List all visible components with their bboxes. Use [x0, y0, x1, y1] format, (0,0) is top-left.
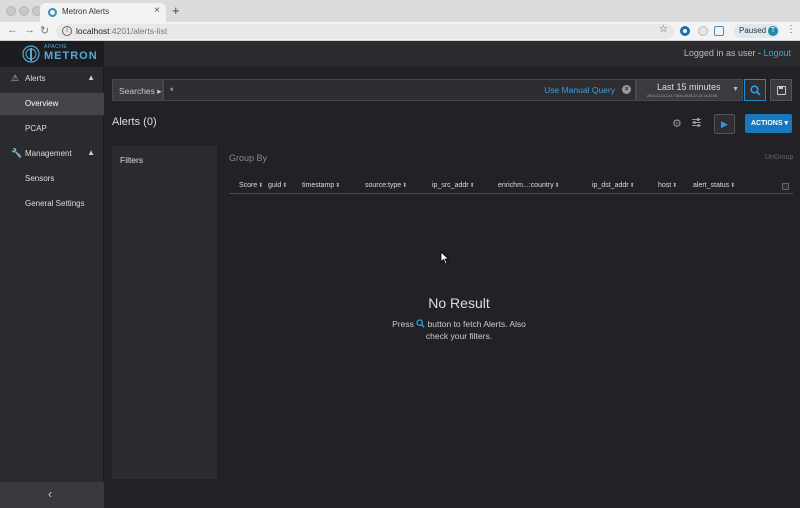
profile-button[interactable]: Paused T: [734, 24, 780, 38]
tab-close-icon[interactable]: ×: [154, 5, 160, 16]
sidebar-section-label: Alerts: [25, 74, 46, 83]
sort-icon: ⬍: [672, 183, 678, 189]
bookmark-star-icon[interactable]: ☆: [659, 24, 668, 35]
window-close-button[interactable]: [6, 6, 16, 16]
time-range-values: 2019-12-13 14:17:08 to 2019-12-13 14:32:…: [647, 94, 717, 98]
warning-icon: ⚠: [11, 73, 20, 83]
search-input[interactable]: * Use Manual Query ×: [163, 79, 636, 101]
column-header-country[interactable]: enrichm...:country⬍: [498, 182, 560, 189]
sidebar-item-label: Sensors: [25, 174, 55, 183]
chevron-up-icon: ▲: [87, 73, 95, 82]
empty-state-title: No Result: [428, 295, 490, 311]
sidebar: ⚠ Alerts ▲ Overview PCAP 🔧 Management ▲ …: [0, 67, 104, 508]
wrench-icon: 🔧: [11, 148, 23, 158]
sliders-icon[interactable]: [691, 117, 702, 128]
search-button[interactable]: [744, 79, 766, 101]
sidebar-section-management[interactable]: 🔧 Management ▲: [0, 142, 104, 166]
sort-icon: ⬍: [554, 183, 560, 189]
column-header-guid[interactable]: guid⬍: [268, 182, 287, 189]
empty-state-message: Press button to fetch Alerts. Also check…: [392, 319, 526, 341]
column-header-host[interactable]: host⬍: [658, 182, 677, 189]
chevron-left-icon: ‹: [48, 487, 52, 501]
searches-label: Searches ▸: [119, 86, 162, 96]
sidebar-item-label: Overview: [25, 99, 59, 108]
logo: APACHE METRON: [0, 41, 104, 67]
sort-icon: ⬍: [629, 183, 635, 189]
logo-big-text: METRON: [44, 50, 98, 62]
reload-button[interactable]: ↻: [40, 24, 49, 37]
sort-icon: ⬍: [730, 183, 736, 189]
time-range-dropdown[interactable]: Last 15 minutes 2019-12-13 14:17:08 to 2…: [636, 79, 743, 101]
shield-icon[interactable]: [714, 26, 724, 36]
metron-favicon-icon: [48, 8, 57, 17]
group-by-label: Group By: [229, 153, 268, 163]
column-header-source-type[interactable]: source:type⬍: [365, 182, 407, 189]
sidebar-item-pcap[interactable]: PCAP: [0, 118, 104, 140]
sort-icon: ⬍: [282, 183, 288, 189]
back-button[interactable]: ←: [7, 24, 18, 36]
column-header-timestamp[interactable]: timestamp⬍: [302, 182, 340, 189]
metron-logo-icon: [22, 45, 40, 63]
chevron-down-icon: ▼: [732, 86, 739, 93]
url-input[interactable]: i localhost:4201/alerts-list ☆: [56, 24, 674, 39]
new-tab-button[interactable]: +: [172, 3, 180, 18]
saved-searches-button[interactable]: Searches ▸: [112, 79, 163, 101]
logout-link[interactable]: Logout: [763, 48, 791, 58]
sidebar-section-alerts[interactable]: ⚠ Alerts ▲: [0, 67, 104, 91]
app-header: APACHE METRON Logged in as user - Logout: [0, 41, 800, 67]
chevron-up-icon: ▲: [87, 148, 95, 157]
search-icon: [750, 85, 761, 96]
caret-right-icon: ▸: [157, 86, 162, 96]
page-title: Alerts (0): [112, 116, 157, 128]
clear-search-icon[interactable]: ×: [622, 85, 631, 94]
column-header-score[interactable]: Score⬍: [239, 182, 263, 189]
sort-icon: ⬍: [335, 183, 341, 189]
profile-status: Paused: [739, 26, 767, 35]
time-range-label: Last 15 minutes: [657, 82, 721, 92]
sidebar-section-label: Management: [25, 149, 72, 158]
filters-title: Filters: [120, 155, 144, 165]
extension-icon[interactable]: [698, 26, 708, 36]
browser-tab-bar: Metron Alerts × +: [0, 0, 800, 22]
sort-icon: ⬍: [469, 183, 475, 189]
column-header-alert-status[interactable]: alert_status⬍: [693, 182, 735, 189]
browser-menu-icon[interactable]: ⋮: [786, 24, 796, 35]
sidebar-item-general-settings[interactable]: General Settings: [0, 193, 104, 215]
manual-query-link[interactable]: Use Manual Query: [544, 85, 615, 95]
login-status: Logged in as user - Logout: [683, 48, 791, 58]
sidebar-collapse-button[interactable]: ‹: [0, 482, 104, 508]
play-icon: ▶: [721, 119, 728, 129]
forward-button[interactable]: →: [24, 24, 35, 36]
mouse-cursor-icon: [440, 251, 450, 265]
info-icon[interactable]: i: [62, 26, 72, 36]
column-header-ip-src-addr[interactable]: ip_src_addr⬍: [432, 182, 475, 189]
actions-button[interactable]: ACTIONS ▾: [745, 114, 792, 133]
browser-tab[interactable]: Metron Alerts ×: [40, 3, 166, 22]
actions-label: ACTIONS ▾: [751, 120, 788, 127]
sidebar-item-label: PCAP: [25, 124, 47, 133]
select-all-checkbox[interactable]: [782, 183, 789, 190]
sidebar-item-sensors[interactable]: Sensors: [0, 168, 104, 190]
save-icon: [777, 86, 786, 95]
ungroup-button[interactable]: UnGroup: [765, 154, 793, 161]
save-search-button[interactable]: [770, 79, 792, 101]
window-minimize-button[interactable]: [19, 6, 29, 16]
tab-title: Metron Alerts: [62, 7, 110, 16]
auto-poll-play-button[interactable]: ▶: [714, 114, 735, 134]
avatar: T: [768, 26, 778, 36]
gear-icon[interactable]: ⚙: [672, 117, 682, 130]
url-text: localhost:4201/alerts-list: [76, 26, 168, 36]
sort-icon: ⬍: [258, 183, 264, 189]
sort-icon: ⬍: [402, 183, 408, 189]
search-query-value: *: [170, 86, 174, 96]
filters-panel: Filters: [112, 146, 217, 479]
sidebar-item-label: General Settings: [25, 199, 85, 208]
extension-icon[interactable]: [680, 26, 690, 36]
column-header-ip-dst-addr[interactable]: ip_dst_addr⬍: [592, 182, 635, 189]
browser-address-bar: ← → ↻ i localhost:4201/alerts-list ☆ Pau…: [0, 22, 800, 41]
table-header-divider: [229, 193, 793, 194]
sidebar-item-overview[interactable]: Overview: [0, 93, 104, 115]
search-icon: [416, 319, 425, 328]
